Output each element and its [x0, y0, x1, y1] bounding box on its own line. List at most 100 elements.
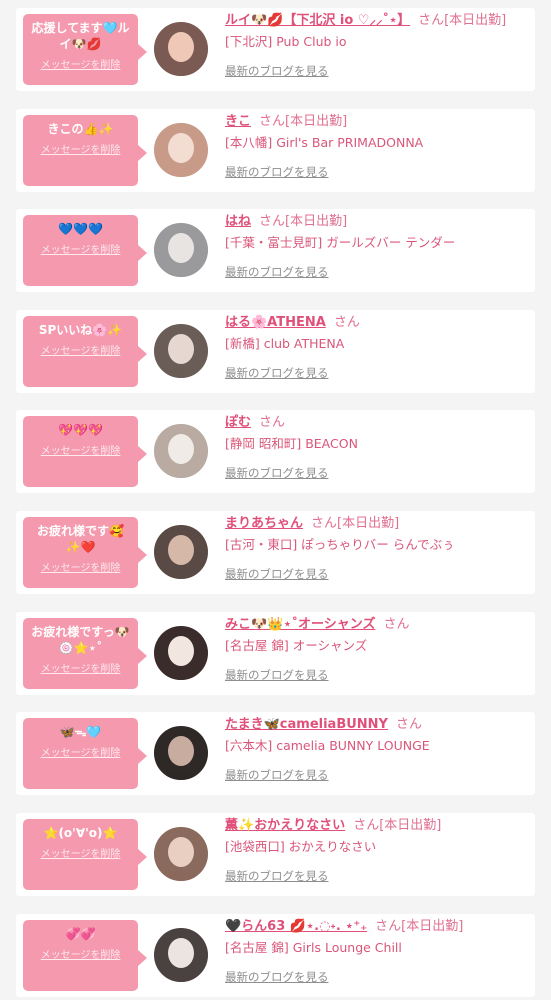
- shop-name: [下北沢] Pub Club io: [225, 34, 347, 49]
- cast-name-link[interactable]: 薫✨おかえりなさい: [225, 818, 345, 833]
- cheer-message: 応援してます🩵ル イ🐶💋: [31, 21, 130, 51]
- cheer-message: 💞💞: [65, 927, 96, 941]
- delete-message-link[interactable]: メッセージを削除: [41, 56, 121, 71]
- avatar-photo: [154, 626, 208, 680]
- latest-blog-link[interactable]: 最新のブログを見る: [225, 768, 329, 782]
- cast-card: SPいいね🌸✨ メッセージを削除 はる🌸ATHENA さん [新橋] club A…: [16, 310, 535, 393]
- message-bubble: SPいいね🌸✨ メッセージを削除: [23, 316, 147, 387]
- latest-blog-link[interactable]: 最新のブログを見る: [225, 466, 329, 480]
- cast-status: さん[本日出勤]: [375, 919, 464, 934]
- shop-name: [名古屋 錦] オーシャンズ: [225, 638, 368, 653]
- latest-blog-link[interactable]: 最新のブログを見る: [225, 668, 329, 682]
- cast-name-link[interactable]: たまき🦋cameliaBUNNY: [225, 717, 388, 732]
- cast-card: きこの👍✨ メッセージを削除 きこ さん[本日出勤] [本八幡] Girl's B…: [16, 109, 535, 192]
- cheer-message: SPいいね🌸✨: [38, 323, 123, 337]
- cast-info: ルイ🐶💋【下北沢 io ♡⸝⸝˚⋆】 さん[本日出勤] [下北沢] Pub Clu…: [225, 12, 529, 79]
- cast-card: ⭐(o'∀'o)⭐ メッセージを削除 薫✨おかえりなさい さん[本日出勤] [池袋…: [16, 813, 535, 896]
- cast-info: ぽむ さん [静岡 昭和町] BEACON 最新のブログを見る: [225, 414, 529, 481]
- latest-blog-link[interactable]: 最新のブログを見る: [225, 265, 329, 279]
- cast-status: さん: [259, 415, 286, 430]
- avatar-photo: [154, 424, 208, 478]
- cast-name-link[interactable]: 🖤らん63 💋⋆.◌˖. ⋆⁺₊: [225, 919, 367, 934]
- cast-status: さん: [333, 315, 360, 330]
- cast-avatar[interactable]: [154, 223, 208, 277]
- cast-card: お疲れ様です🥰 ✨❤️ メッセージを削除 まりあちゃん さん[本日出勤] [古河・…: [16, 511, 535, 594]
- delete-message-link[interactable]: メッセージを削除: [41, 241, 121, 256]
- cast-info: まりあちゃん さん[本日出勤] [古河・東口] ぽっちゃりバー らんでぶぅ 最新の…: [225, 515, 529, 582]
- cast-info: はる🌸ATHENA さん [新橋] club ATHENA 最新のブログを見る: [225, 314, 529, 381]
- latest-blog-link[interactable]: 最新のブログを見る: [225, 165, 329, 179]
- cast-avatar[interactable]: [154, 928, 208, 982]
- shop-name: [池袋西口] おかえりなさい: [225, 839, 377, 854]
- avatar-photo: [154, 525, 208, 579]
- latest-blog-link[interactable]: 最新のブログを見る: [225, 869, 329, 883]
- shop-name: [名古屋 錦] Girls Lounge Chill: [225, 940, 402, 955]
- cast-info: 薫✨おかえりなさい さん[本日出勤] [池袋西口] おかえりなさい 最新のブログを…: [225, 817, 529, 884]
- avatar-photo: [154, 827, 208, 881]
- cast-status: さん[本日出勤]: [259, 214, 348, 229]
- cast-avatar[interactable]: [154, 827, 208, 881]
- avatar-photo: [154, 223, 208, 277]
- avatar-photo: [154, 324, 208, 378]
- message-bubble: 💖💖💖 メッセージを削除: [23, 416, 147, 487]
- cast-avatar[interactable]: [154, 525, 208, 579]
- cheer-message: お疲れ様です🥰 ✨❤️: [37, 524, 124, 554]
- shop-name: [古河・東口] ぽっちゃりバー らんでぶぅ: [225, 537, 455, 552]
- cast-info: 🖤らん63 💋⋆.◌˖. ⋆⁺₊ さん[本日出勤] [名古屋 錦] Girls L…: [225, 918, 529, 985]
- latest-blog-link[interactable]: 最新のブログを見る: [225, 64, 329, 78]
- cast-info: みこ🐶👑⋆˚オーシャンズ さん [名古屋 錦] オーシャンズ 最新のブログを見る: [225, 616, 529, 683]
- cast-status: さん: [383, 617, 410, 632]
- cast-name-link[interactable]: みこ🐶👑⋆˚オーシャンズ: [225, 617, 376, 632]
- delete-message-link[interactable]: メッセージを削除: [41, 342, 121, 357]
- cheer-message: ⭐(o'∀'o)⭐: [43, 826, 118, 840]
- cheer-message: 🦋ᯓ🩵: [59, 725, 102, 739]
- delete-message-link[interactable]: メッセージを削除: [41, 845, 121, 860]
- latest-blog-link[interactable]: 最新のブログを見る: [225, 567, 329, 581]
- shop-name: [千葉・富士見町] ガールズバー テンダー: [225, 235, 456, 250]
- cast-info: たまき🦋cameliaBUNNY さん [六本木] camelia BUNNY L…: [225, 716, 529, 783]
- delete-message-link[interactable]: メッセージを削除: [41, 442, 121, 457]
- cast-avatar[interactable]: [154, 726, 208, 780]
- delete-message-link[interactable]: メッセージを削除: [41, 141, 121, 156]
- cast-name-link[interactable]: はる🌸ATHENA: [225, 315, 326, 330]
- cast-card: 💙💙💙 メッセージを削除 はね さん[本日出勤] [千葉・富士見町] ガールズバー…: [16, 209, 535, 292]
- cast-info: はね さん[本日出勤] [千葉・富士見町] ガールズバー テンダー 最新のブログを…: [225, 213, 529, 280]
- delete-message-link[interactable]: メッセージを削除: [41, 946, 121, 961]
- delete-message-link[interactable]: メッセージを削除: [41, 744, 121, 759]
- latest-blog-link[interactable]: 最新のブログを見る: [225, 970, 329, 984]
- cast-name-link[interactable]: ぽむ: [225, 415, 251, 430]
- cast-card: お疲れ様ですっ🐶 🍥⭐⋆˚ メッセージを削除 みこ🐶👑⋆˚オーシャンズ さん [名…: [16, 612, 535, 695]
- cast-name-link[interactable]: ルイ🐶💋【下北沢 io ♡⸝⸝˚⋆】: [225, 13, 410, 28]
- avatar-photo: [154, 123, 208, 177]
- cast-card: 🦋ᯓ🩵 メッセージを削除 たまき🦋cameliaBUNNY さん [六本木] ca…: [16, 712, 535, 795]
- cast-avatar[interactable]: [154, 123, 208, 177]
- cast-status: さん[本日出勤]: [353, 818, 442, 833]
- cheer-message: 💖💖💖: [58, 423, 103, 437]
- cast-avatar[interactable]: [154, 22, 208, 76]
- cast-card: 💖💖💖 メッセージを削除 ぽむ さん [静岡 昭和町] BEACON 最新のブログ…: [16, 410, 535, 493]
- cast-name-link[interactable]: まりあちゃん: [225, 516, 303, 531]
- cast-card: 応援してます🩵ル イ🐶💋 メッセージを削除 ルイ🐶💋【下北沢 io ♡⸝⸝˚⋆】…: [16, 8, 535, 91]
- cheer-message: お疲れ様ですっ🐶 🍥⭐⋆˚: [31, 625, 130, 655]
- delete-message-link[interactable]: メッセージを削除: [41, 660, 121, 675]
- message-bubble: お疲れ様ですっ🐶 🍥⭐⋆˚ メッセージを削除: [23, 618, 147, 689]
- shop-name: [本八幡] Girl's Bar PRIMADONNA: [225, 135, 424, 150]
- cast-status: さん: [395, 717, 422, 732]
- shop-name: [六本木] camelia BUNNY LOUNGE: [225, 738, 430, 753]
- cast-avatar[interactable]: [154, 626, 208, 680]
- delete-message-link[interactable]: メッセージを削除: [41, 559, 121, 574]
- cast-name-link[interactable]: はね: [225, 214, 251, 229]
- message-bubble: お疲れ様です🥰 ✨❤️ メッセージを削除: [23, 517, 147, 588]
- following-cast-list: 応援してます🩵ル イ🐶💋 メッセージを削除 ルイ🐶💋【下北沢 io ♡⸝⸝˚⋆】…: [0, 0, 551, 1000]
- cast-avatar[interactable]: [154, 424, 208, 478]
- cast-status: さん[本日出勤]: [418, 13, 507, 28]
- message-bubble: ⭐(o'∀'o)⭐ メッセージを削除: [23, 819, 147, 890]
- cheer-message: きこの👍✨: [47, 122, 114, 136]
- message-bubble: 🦋ᯓ🩵 メッセージを削除: [23, 718, 147, 789]
- message-bubble: 💞💞 メッセージを削除: [23, 920, 147, 991]
- cast-status: さん[本日出勤]: [311, 516, 400, 531]
- avatar-photo: [154, 928, 208, 982]
- cast-avatar[interactable]: [154, 324, 208, 378]
- latest-blog-link[interactable]: 最新のブログを見る: [225, 366, 329, 380]
- cast-name-link[interactable]: きこ: [225, 114, 251, 129]
